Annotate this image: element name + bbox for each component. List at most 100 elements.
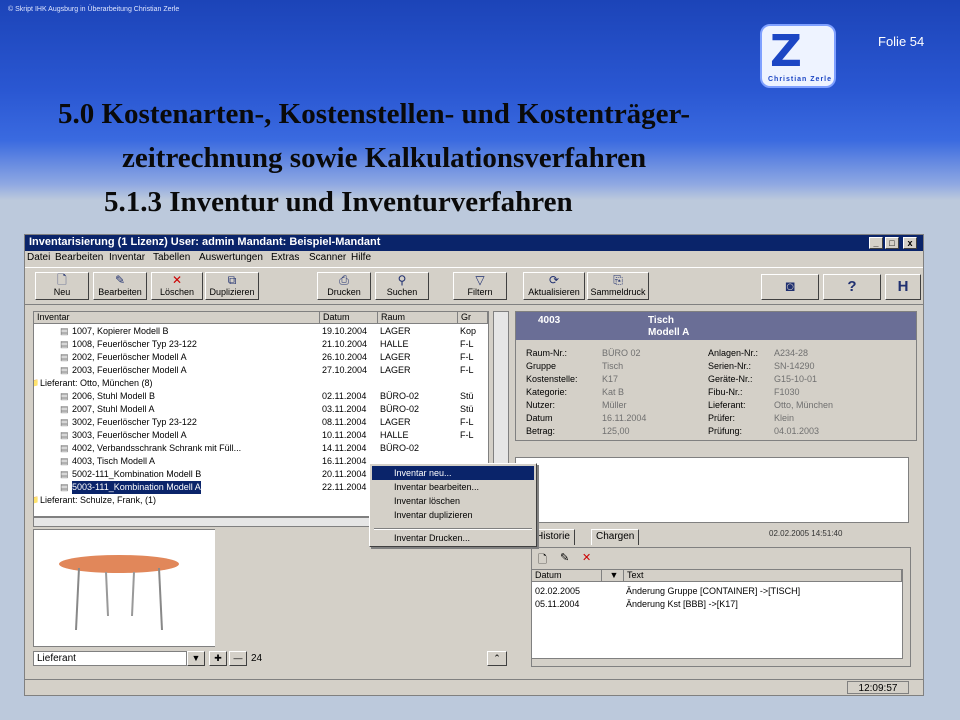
add-filter-button[interactable]: ✚ <box>209 651 227 666</box>
menu-hilfe[interactable]: Hilfe <box>351 252 371 263</box>
context-menu: Inventar neu... Inventar bearbeiten... I… <box>369 463 537 547</box>
field-value[interactable]: G15-10-01 <box>774 374 817 384</box>
table-image <box>59 555 179 631</box>
history-col-date[interactable]: Datum <box>532 570 602 582</box>
new-button[interactable]: 🗋 Neu <box>35 272 89 300</box>
filter-select[interactable]: Lieferant <box>33 651 187 666</box>
image-options-button[interactable]: ⌃ <box>487 651 507 666</box>
tree-row-name: 2006, Stuhl Modell B <box>72 391 156 401</box>
slide-subtitle: 5.1.3 Inventur und Inventurverfahren <box>104 186 573 218</box>
batch-print-button[interactable]: ⎘ Sammeldruck <box>587 272 649 300</box>
tree-row-name: Lieferant: Otto, München (8) <box>40 378 153 388</box>
field-value[interactable]: F1030 <box>774 387 800 397</box>
status-clock: 12:09:57 <box>847 681 909 694</box>
memo-field[interactable] <box>515 457 909 523</box>
field-label: Serien-Nr.: <box>708 361 752 371</box>
copyright-note: © Skript IHK Augsburg in Überarbeitung C… <box>8 6 180 13</box>
document-icon: ▤ <box>60 456 69 466</box>
field-value[interactable]: BÜRO 02 <box>602 348 641 358</box>
tree-row[interactable]: ▤ 2003, Feuerlöscher Modell A 27.10.2004 LA… <box>34 364 488 377</box>
field-value[interactable]: SN-14290 <box>774 361 815 371</box>
tree-row[interactable]: ▤ 1008, Feuerlöscher Typ 23-122 21.10.2004… <box>34 338 488 351</box>
tree-row[interactable]: ▤ 2006, Stuhl Modell B 02.11.2004 BÜRO-02 St… <box>34 390 488 403</box>
history-sort[interactable]: ▼ <box>602 570 624 582</box>
tree-row[interactable]: ▤ 2002, Feuerlöscher Modell A 26.10.2004 LA… <box>34 351 488 364</box>
camera-button[interactable]: ◙ <box>761 274 819 300</box>
tree-row-date: 14.11.2004 <box>322 443 367 453</box>
history-row[interactable]: 05.11.2004 Änderung Kst [BBB] ->[K17] <box>532 598 902 611</box>
tree-row-group: F-L <box>460 430 474 440</box>
menu-inventar-loeschen[interactable]: Inventar löschen <box>372 494 534 508</box>
col-inventar[interactable]: Inventar <box>34 312 320 324</box>
field-label: Betrag: <box>526 426 556 436</box>
duplicate-button[interactable]: ⧉ Duplizieren <box>205 272 259 300</box>
history-col-text[interactable]: Text <box>624 570 902 582</box>
tree-row-group: Stü <box>460 404 474 414</box>
field-value[interactable]: 16.11.2004 <box>602 413 646 423</box>
close-button[interactable]: x <box>903 237 917 249</box>
menu-bearbeiten[interactable]: Bearbeiten <box>55 252 103 263</box>
extra-button[interactable]: H <box>885 274 921 300</box>
history-new-icon[interactable]: 🗋 <box>538 551 547 570</box>
tree-row[interactable]: ▤ 3002, Feuerlöscher Typ 23-122 08.11.2004… <box>34 416 488 429</box>
tree-row[interactable]: ▤ 3003, Feuerlöscher Modell A 10.11.2004 HA… <box>34 429 488 442</box>
menu-inventar[interactable]: Inventar <box>109 252 145 263</box>
menu-inventar-drucken[interactable]: Inventar Drucken... <box>372 531 534 545</box>
tree-row[interactable]: ▤ 1007, Kopierer Modell B 19.10.2004 LAGER K… <box>34 325 488 338</box>
tree-row-date: 26.10.2004 <box>322 352 368 362</box>
field-value[interactable]: Klein <box>774 413 794 423</box>
filter-button[interactable]: ▽ Filtern <box>453 272 507 300</box>
field-value[interactable]: 04.01.2003 <box>774 426 819 436</box>
document-icon: ▤ <box>60 391 69 401</box>
tree-row-name: 5003-111_Kombination Modell A <box>72 481 201 494</box>
edit-button[interactable]: ✎ Bearbeiten <box>93 272 147 300</box>
tree-group-row[interactable]: 📁Lieferant: Otto, München (8) <box>34 377 488 390</box>
document-icon: ▤ <box>60 482 69 492</box>
search-button[interactable]: ⚲ Suchen <box>375 272 429 300</box>
remove-filter-button[interactable]: — <box>229 651 247 666</box>
field-value[interactable]: Kat B <box>602 387 624 397</box>
field-value[interactable]: Otto, München <box>774 400 833 410</box>
history-row[interactable]: 02.02.2005 Änderung Gruppe [CONTAINER] ->… <box>532 585 902 598</box>
menu-tabellen[interactable]: Tabellen <box>153 252 190 263</box>
menu-extras[interactable]: Extras <box>271 252 299 263</box>
menu-inventar-duplizieren[interactable]: Inventar duplizieren <box>372 508 534 522</box>
menu-scanner[interactable]: Scanner <box>309 252 346 263</box>
col-gruppe[interactable]: Gr <box>458 312 488 324</box>
tree-row-room: LAGER <box>380 417 411 427</box>
field-value[interactable]: Müller <box>602 400 627 410</box>
history-delete-icon[interactable]: ✕ <box>582 551 591 564</box>
col-raum[interactable]: Raum <box>378 312 458 324</box>
field-label: Fibu-Nr.: <box>708 387 743 397</box>
menu-datei[interactable]: Datei <box>27 252 50 263</box>
print-button[interactable]: ⎙ Drucken <box>317 272 371 300</box>
tree-row[interactable]: ▤ 2007, Stuhl Modell A 03.11.2004 BÜRO-02 St… <box>34 403 488 416</box>
field-value[interactable]: Tisch <box>602 361 623 371</box>
memo-timestamp: 02.02.2005 14:51:40 <box>769 529 843 538</box>
refresh-button[interactable]: ⟳ Aktualisieren <box>523 272 585 300</box>
history-text: Änderung Gruppe [CONTAINER] ->[TISCH] <box>626 586 801 596</box>
filter-icon: ▽ <box>475 273 485 287</box>
tab-historie[interactable]: Historie <box>531 529 575 545</box>
tree-row[interactable]: ▤ 4002, Verbandsschrank Schrank mit Füll.… <box>34 442 488 455</box>
field-value[interactable]: 125,00 <box>602 426 630 436</box>
menu-inventar-bearbeiten[interactable]: Inventar bearbeiten... <box>372 480 534 494</box>
col-datum[interactable]: Datum <box>320 312 378 324</box>
chevron-down-icon: ▼ <box>191 653 201 663</box>
minimize-button[interactable]: _ <box>869 237 883 249</box>
maximize-button[interactable]: □ <box>885 237 899 249</box>
detail-id: 4003 <box>538 315 561 326</box>
menu-auswertungen[interactable]: Auswertungen <box>199 252 263 263</box>
search-label: Suchen <box>386 287 418 297</box>
tab-chargen[interactable]: Chargen <box>591 529 640 545</box>
filter-dropdown-button[interactable]: ▼ <box>187 651 205 666</box>
help-button[interactable]: ? <box>823 274 881 300</box>
context-menu-separator <box>374 528 532 530</box>
field-value[interactable]: K17 <box>602 374 618 384</box>
document-icon: ▤ <box>60 352 69 362</box>
menu-inventar-neu[interactable]: Inventar neu... <box>372 466 534 480</box>
field-value[interactable]: A234-28 <box>774 348 808 358</box>
delete-button[interactable]: ✕ Löschen <box>151 272 203 300</box>
history-edit-icon[interactable]: ✎ <box>560 551 569 564</box>
document-icon: ▤ <box>60 339 69 349</box>
